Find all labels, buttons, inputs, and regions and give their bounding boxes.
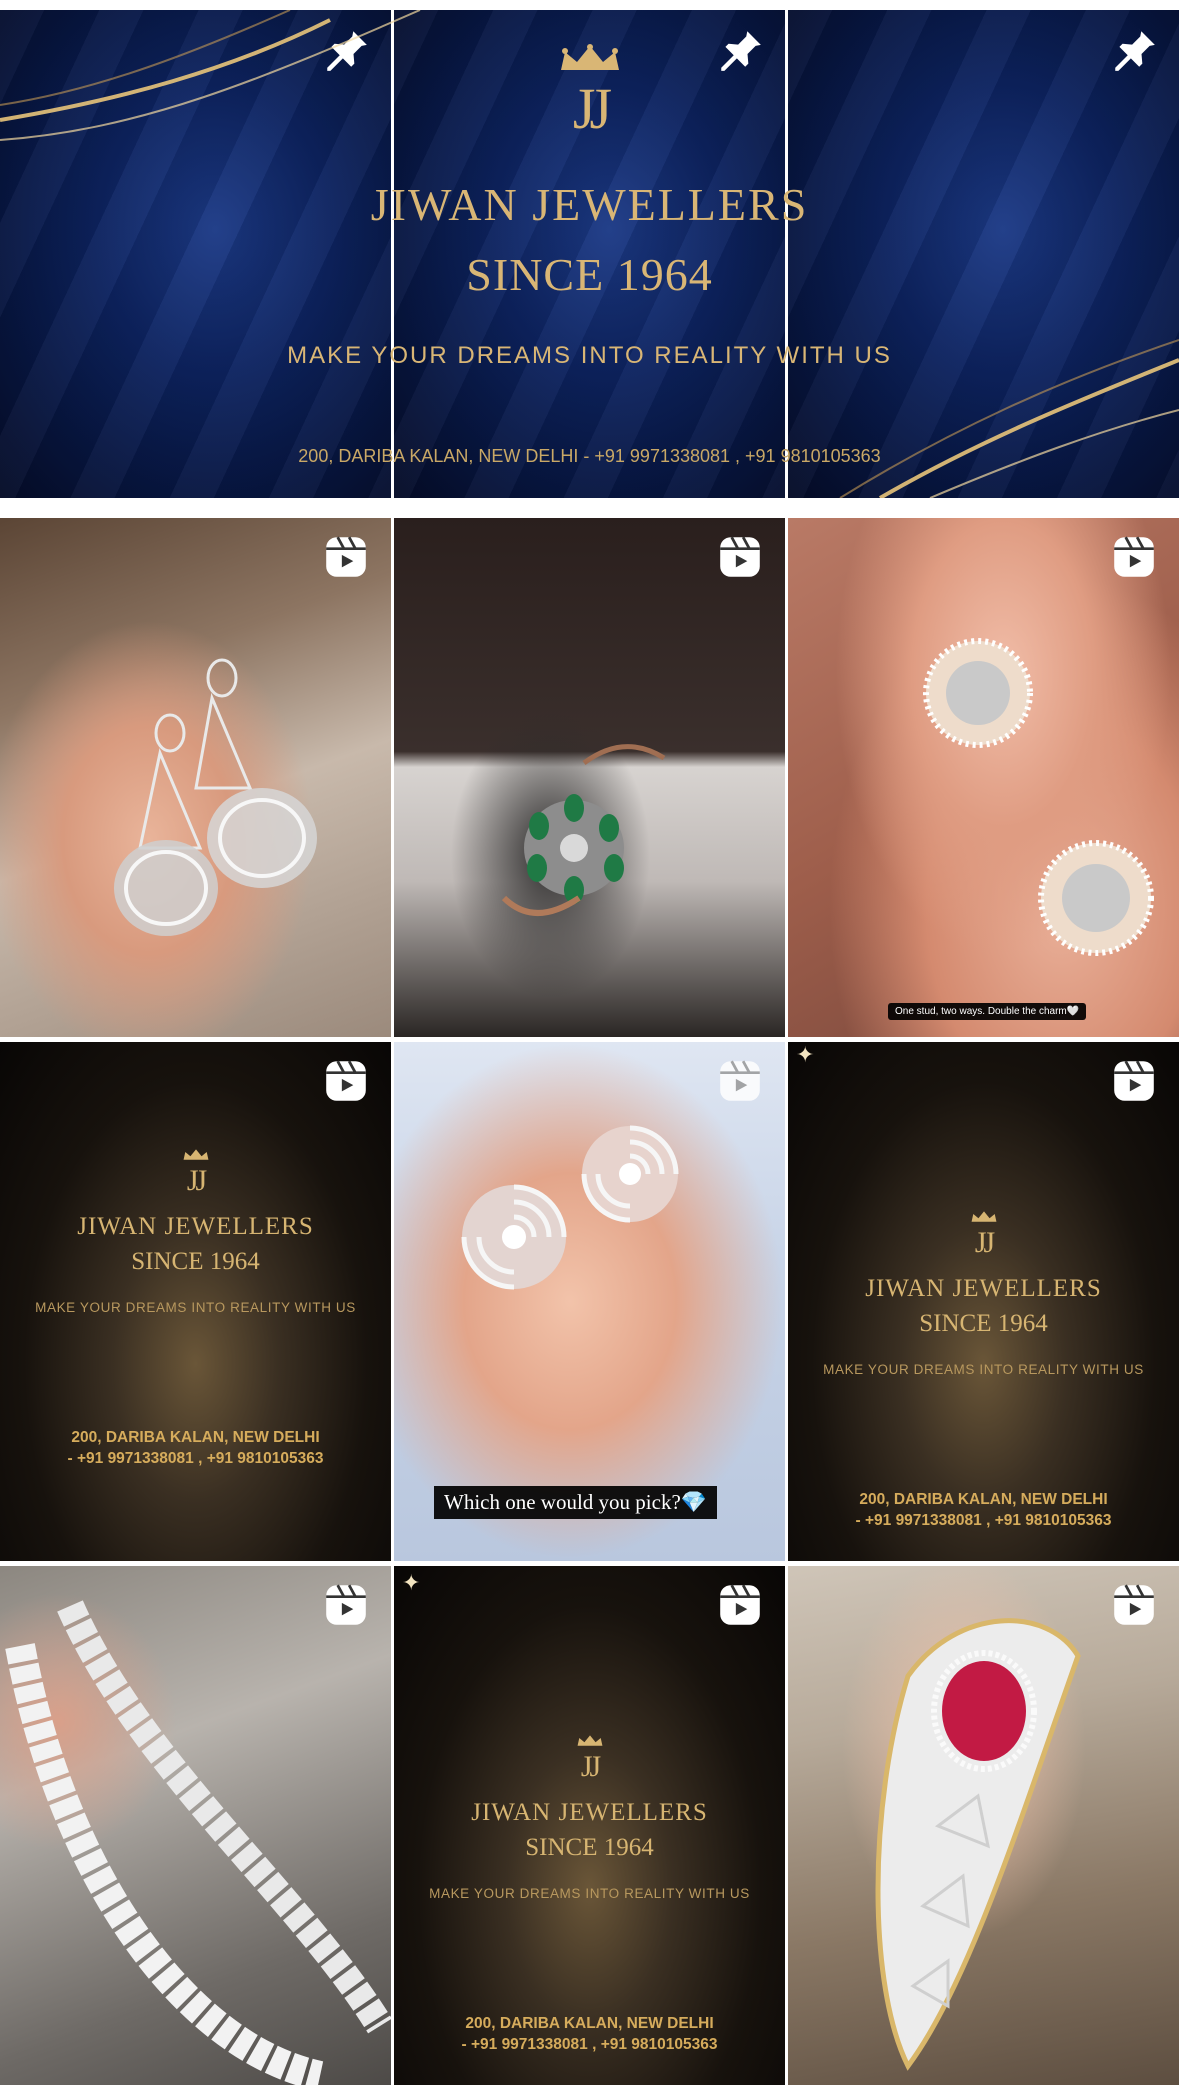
brand-title: JIWAN JEWELLERS <box>77 1213 314 1240</box>
reel-icon <box>1114 1060 1154 1101</box>
brand-tagline: MAKE YOUR DREAMS INTO REALITY WITH US <box>35 1300 356 1315</box>
studs-illustration <box>923 638 1154 956</box>
reel-post-brand-card-1[interactable]: JJ JIWAN JEWELLERS SINCE 1964 MAKE YOUR … <box>0 1042 391 1561</box>
brand-phones: - +91 9971338081 , +91 9810105363 <box>855 1512 1112 1529</box>
earrings-illustration <box>114 658 317 936</box>
logo-monogram: JJ <box>580 1750 601 1783</box>
reel-post-brand-card-2[interactable]: ✦ JJ JIWAN JEWELLERS SINCE 1964 MAKE YOU… <box>788 1042 1179 1561</box>
brand-title: JIWAN JEWELLERS <box>471 1799 708 1826</box>
brand-logo: JJ <box>0 1148 391 1197</box>
floral-studs-illustration <box>461 1125 679 1290</box>
reel-icon <box>1114 536 1154 577</box>
reel-post-ruby-bracelet[interactable] <box>788 1566 1179 2085</box>
brand-phones: - +91 9971338081 , +91 9810105363 <box>67 1450 324 1467</box>
reel-icon <box>1114 1584 1154 1625</box>
pin-icon <box>721 28 761 71</box>
logo-monogram: JJ <box>974 1226 995 1259</box>
brand-tagline: MAKE YOUR DREAMS INTO REALITY WITH US <box>429 1886 750 1901</box>
brand-address: 200, DARIBA KALAN, NEW DELHI <box>465 2015 714 2032</box>
pinned-post-1[interactable] <box>0 10 391 498</box>
sparkle-icon: ✦ <box>796 1042 815 1067</box>
reel-post-tennis-bangles[interactable] <box>0 1566 391 2085</box>
pinned-post-3[interactable] <box>788 10 1179 498</box>
crown-icon <box>577 1735 602 1746</box>
reel-post-emerald-ring[interactable] <box>394 518 785 1037</box>
brand-address: 200, DARIBA KALAN, NEW DELHI <box>859 1491 1108 1508</box>
brand-since: SINCE 1964 <box>525 1834 654 1861</box>
reel-icon <box>720 1060 760 1101</box>
reel-icon <box>326 536 366 577</box>
brand-title: JIWAN JEWELLERS <box>865 1275 1102 1302</box>
brand-tagline: MAKE YOUR DREAMS INTO REALITY WITH US <box>823 1362 1144 1377</box>
reel-post-halo-studs[interactable]: One stud, two ways. Double the charm🤍 <box>788 518 1179 1037</box>
brand-since: SINCE 1964 <box>131 1248 260 1275</box>
logo-monogram: JJ <box>186 1164 207 1197</box>
reel-icon <box>326 1060 366 1101</box>
reel-post-brand-card-3[interactable]: ✦ JJ JIWAN JEWELLERS SINCE 1964 MAKE YOU… <box>394 1566 785 2085</box>
brand-address: 200, DARIBA KALAN, NEW DELHI <box>71 1429 320 1446</box>
reel-caption: Which one would you pick?💎 <box>434 1486 717 1519</box>
brand-logo: JJ <box>394 1734 785 1783</box>
reel-post-earrings[interactable] <box>0 518 391 1037</box>
pin-icon <box>327 28 367 71</box>
brand-since: SINCE 1964 <box>919 1310 1048 1337</box>
ring-illustration <box>501 744 666 916</box>
crown-icon <box>971 1211 996 1222</box>
pin-icon <box>1115 28 1155 71</box>
bangles-illustration <box>5 1600 391 2085</box>
ruby-bracelet-illustration <box>875 1618 1081 2071</box>
sparkle-icon: ✦ <box>402 1570 421 1595</box>
brand-phones: - +91 9971338081 , +91 9810105363 <box>461 2036 718 2053</box>
pinned-post-2[interactable] <box>394 10 785 498</box>
reel-icon <box>326 1584 366 1625</box>
reel-caption: One stud, two ways. Double the charm🤍 <box>888 1003 1087 1020</box>
brand-logo: JJ <box>788 1210 1179 1259</box>
reel-icon <box>720 536 760 577</box>
crown-icon <box>183 1149 208 1160</box>
reel-icon <box>720 1584 760 1625</box>
reel-post-floral-studs[interactable]: Which one would you pick?💎 <box>394 1042 785 1561</box>
